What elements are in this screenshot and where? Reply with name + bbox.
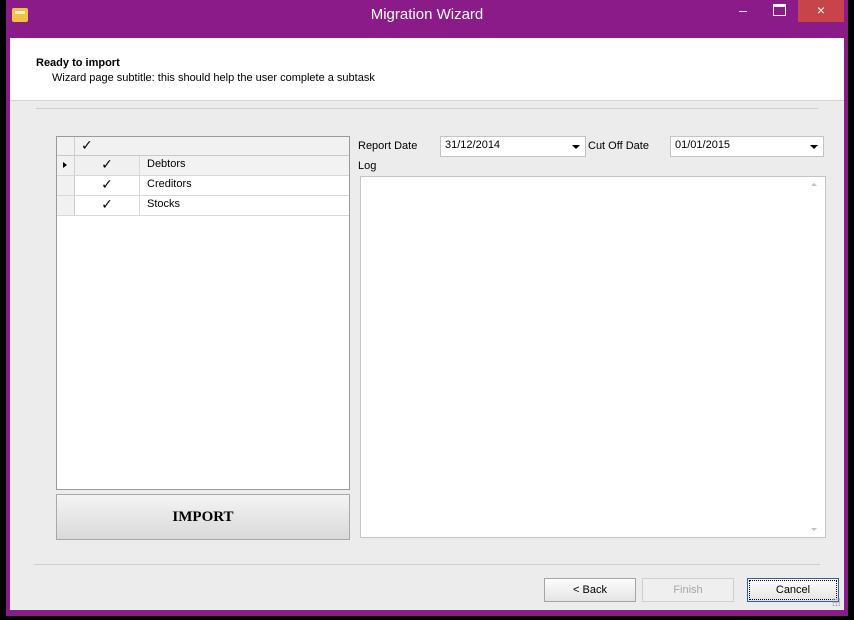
log-textbox[interactable] (360, 176, 826, 538)
current-row-arrow-icon (63, 162, 67, 168)
import-button[interactable]: IMPORT (56, 494, 350, 540)
maximize-button[interactable] (766, 2, 792, 22)
row-label-stocks: Stocks (147, 198, 181, 210)
row-label-creditors: Creditors (147, 178, 192, 190)
grid-row-stocks[interactable]: ✓ Stocks (57, 196, 349, 216)
import-selection-grid[interactable]: ✓ ✓ Debtors ✓ Creditors ✓ Stocks (56, 136, 350, 490)
row-indicator (57, 156, 75, 175)
row-label-debtors: Debtors (147, 158, 186, 170)
chevron-down-icon[interactable] (572, 145, 580, 149)
footer-divider (34, 564, 820, 565)
page-subtitle: Wizard page subtitle: this should help t… (52, 72, 375, 84)
report-date-picker[interactable]: 31/12/2014 (440, 136, 586, 157)
wizard-header: Ready to import Wizard page subtitle: th… (10, 38, 844, 101)
report-date-value: 31/12/2014 (445, 139, 501, 151)
window-title: Migration Wizard (370, 6, 484, 23)
cancel-button[interactable]: Cancel (747, 578, 839, 602)
migration-wizard-window: Migration Wizard – × Ready to import Wiz… (6, 0, 848, 616)
row-indicator (57, 196, 75, 215)
wizard-client-area: Ready to import Wizard page subtitle: th… (10, 38, 844, 610)
finish-button[interactable]: Finish (642, 578, 734, 602)
grid-header: ✓ (57, 137, 349, 156)
log-label: Log (358, 160, 377, 172)
header-divider (36, 108, 818, 109)
cut-off-date-label: Cut Off Date (588, 140, 649, 152)
title-bar[interactable]: Migration Wizard – × (6, 0, 848, 38)
cut-off-date-picker[interactable]: 01/01/2015 (670, 136, 824, 157)
row-checkbox-creditors[interactable]: ✓ (75, 176, 140, 195)
scroll-down-icon[interactable] (811, 528, 817, 531)
grid-row-debtors[interactable]: ✓ Debtors (57, 156, 349, 176)
back-button[interactable]: < Back (544, 578, 636, 602)
report-date-label: Report Date (358, 140, 418, 152)
scroll-up-icon[interactable] (811, 183, 817, 186)
row-checkbox-stocks[interactable]: ✓ (75, 196, 140, 215)
maximize-icon (772, 4, 786, 16)
row-indicator (57, 176, 75, 195)
minimize-button[interactable]: – (730, 2, 756, 22)
page-title: Ready to import (36, 57, 120, 69)
close-button[interactable]: × (798, 0, 844, 22)
select-all-checkbox[interactable]: ✓ (81, 137, 93, 155)
row-checkbox-debtors[interactable]: ✓ (75, 156, 140, 175)
grid-header-indicator (57, 137, 75, 155)
resize-grip-icon[interactable] (832, 598, 840, 606)
chevron-down-icon[interactable] (810, 145, 818, 149)
grid-row-creditors[interactable]: ✓ Creditors (57, 176, 349, 196)
cut-off-date-value: 01/01/2015 (675, 139, 731, 151)
